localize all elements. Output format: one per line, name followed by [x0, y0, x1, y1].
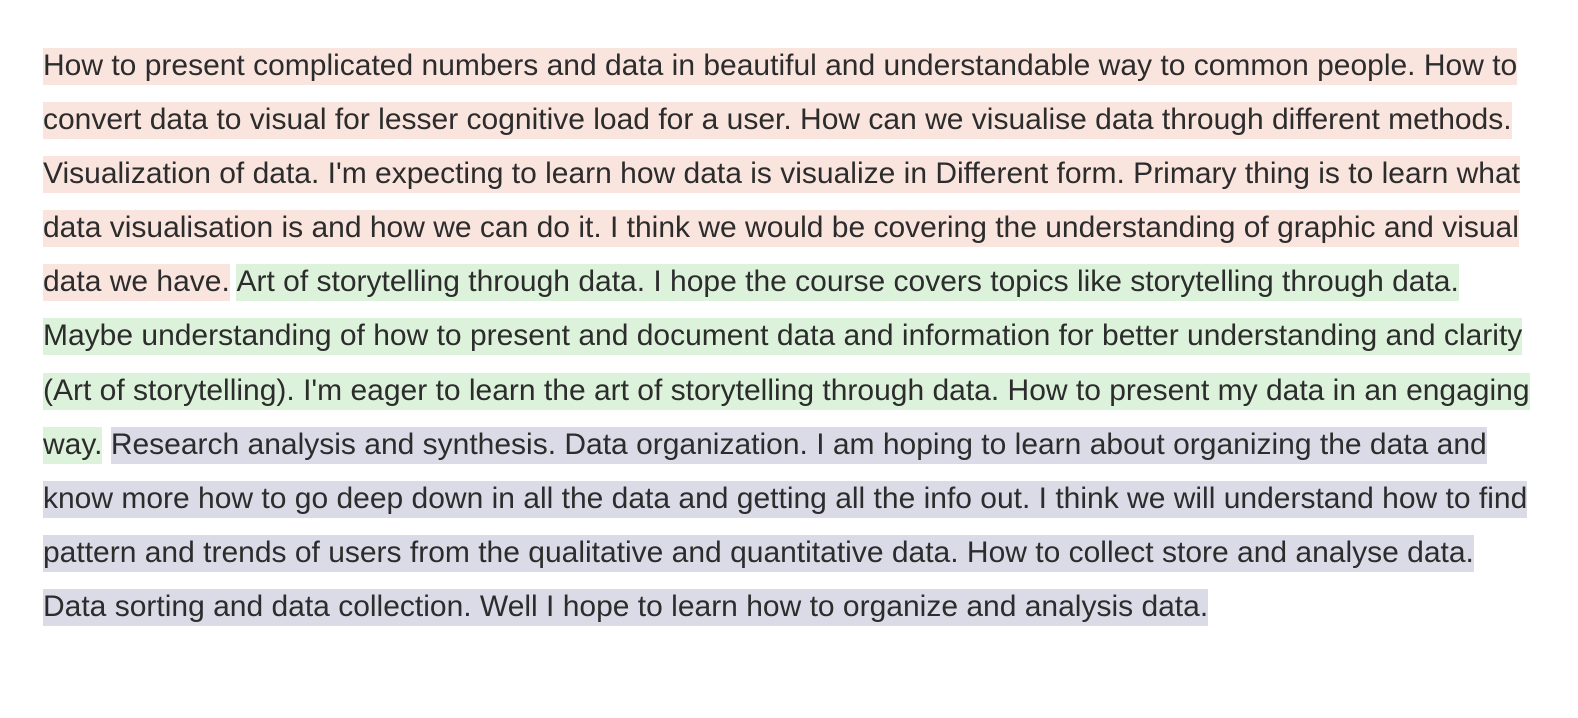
highlighted-paragraph: How to present complicated numbers and d… — [43, 39, 1543, 634]
highlight-group-lavender: Research analysis and synthesis. Data or… — [43, 426, 1528, 626]
